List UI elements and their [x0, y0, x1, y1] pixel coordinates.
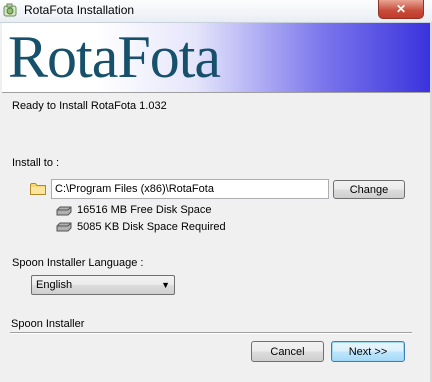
close-icon: ✕: [395, 2, 407, 16]
title-bar[interactable]: RotaFota Installation ✕: [0, 0, 432, 23]
language-label: Spoon Installer Language :: [12, 257, 144, 269]
cancel-button[interactable]: Cancel: [251, 341, 324, 362]
banner: RotaFota: [2, 23, 430, 92]
hard-drive-icon: [56, 206, 72, 216]
installer-window: RotaFota Installation ✕ RotaFota Ready t…: [0, 0, 432, 382]
install-to-label: Install to :: [12, 157, 60, 169]
folder-icon: [30, 183, 46, 195]
language-select[interactable]: English ▼: [31, 275, 175, 295]
logo: RotaFota: [8, 24, 221, 90]
free-space-text: 16516 MB Free Disk Space: [77, 204, 212, 216]
app-icon: [3, 3, 17, 17]
required-space-text: 5085 KB Disk Space Required: [77, 221, 226, 233]
hard-drive-icon: [56, 222, 72, 232]
ready-text: Ready to Install RotaFota 1.032: [12, 100, 167, 112]
language-select-value: English: [36, 279, 73, 291]
cancel-button-label: Cancel: [270, 345, 305, 358]
footer-divider: [10, 332, 412, 334]
footer-brand: Spoon Installer: [11, 318, 85, 330]
chevron-down-icon: ▼: [161, 280, 170, 290]
change-button-label: Change: [349, 183, 389, 196]
window-title: RotaFota Installation: [24, 3, 135, 17]
close-button[interactable]: ✕: [378, 0, 424, 19]
next-button-label: Next >>: [348, 345, 388, 358]
change-button[interactable]: Change: [333, 180, 405, 199]
banner-divider: [2, 92, 430, 93]
install-path-input[interactable]: [51, 179, 329, 199]
next-button[interactable]: Next >>: [331, 341, 405, 362]
